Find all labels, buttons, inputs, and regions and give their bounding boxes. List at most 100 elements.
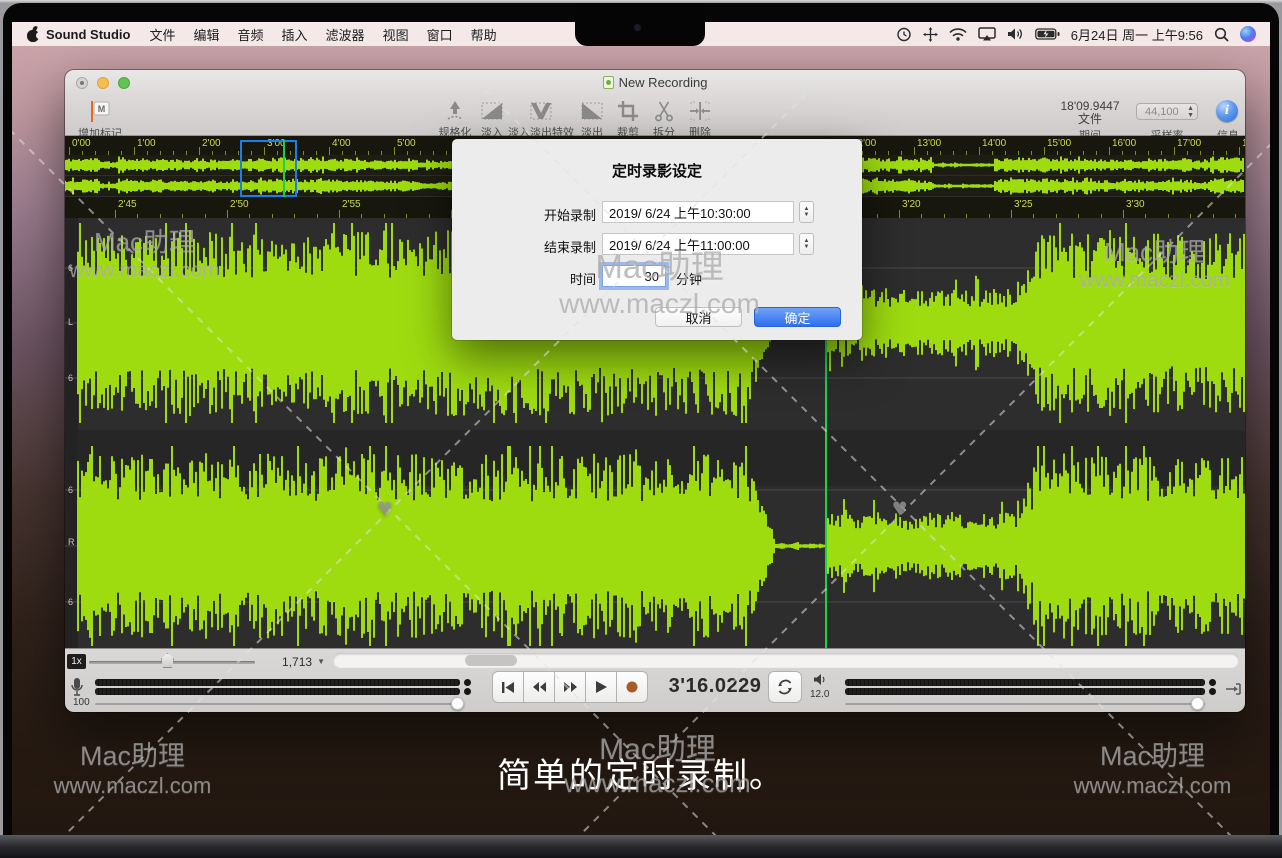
dialog-title: 定时录影设定 [452, 160, 862, 181]
ruler-label: 2'50 [230, 199, 249, 210]
horizontal-scrollbar[interactable] [333, 653, 1239, 668]
time-machine-icon[interactable] [896, 27, 912, 42]
menu-audio[interactable]: 音频 [238, 25, 264, 44]
macbook-mockup: Sound Studio 文件 编辑 音频 插入 滤波器 视图 窗口 帮助 [0, 0, 1282, 858]
input-meter-right [95, 688, 460, 695]
menu-view[interactable]: 视图 [383, 25, 409, 44]
record-button[interactable] [616, 671, 648, 703]
ok-button[interactable]: 确定 [754, 307, 841, 327]
end-record-label: 结束录制 [496, 237, 596, 256]
normalize-icon [443, 99, 467, 123]
input-level-thumb[interactable] [451, 697, 464, 710]
selection-length-select[interactable]: 1,713 ▼ [263, 653, 325, 670]
title-bar: New Recording [65, 70, 1245, 96]
ruler-label: 13'00 [917, 138, 941, 149]
rewind-button[interactable] [523, 671, 555, 703]
output-meter-right [845, 688, 1205, 695]
go-to-start-button[interactable] [492, 671, 524, 703]
delete-button[interactable]: 删除 [677, 99, 723, 140]
wifi-icon[interactable] [949, 28, 967, 41]
ruler-label: 3'20 [902, 199, 921, 210]
siri-icon[interactable] [1240, 26, 1256, 42]
menu-help[interactable]: 帮助 [471, 25, 497, 44]
menu-insert[interactable]: 插入 [282, 25, 308, 44]
zoom-factor-badge: 1x [67, 654, 86, 669]
duration-display: 18'09.9447 文件 [1045, 100, 1135, 126]
mic-icon [69, 677, 85, 699]
crossfade-icon [529, 99, 553, 123]
move-tool-icon[interactable] [923, 27, 938, 42]
output-level-thumb[interactable] [1191, 697, 1204, 710]
ruler-label: 16'00 [1112, 138, 1136, 149]
ruler-label: 2'00 [202, 138, 221, 149]
info-button[interactable]: i [1216, 100, 1238, 122]
ruler-label: 2'55 [342, 199, 361, 210]
ruler-label: 17'00 [1177, 138, 1201, 149]
menu-window[interactable]: 窗口 [427, 25, 453, 44]
punch-in-icon[interactable] [1225, 682, 1242, 696]
menu-datetime[interactable]: 6月24日 周一 上午9:56 [1071, 25, 1203, 44]
menu-app-name[interactable]: Sound Studio [46, 27, 130, 42]
ruler-label: 0'00 [72, 138, 91, 149]
ruler-label: 3'25 [1014, 199, 1033, 210]
output-level-slider[interactable] [845, 703, 1205, 705]
overview-playhead [283, 140, 285, 197]
bottom-control-bar: 1x 1,713 ▼ 100 [65, 648, 1245, 712]
desktop-caption: 简单的定时录制。 [0, 748, 1282, 797]
loop-button[interactable] [768, 671, 802, 703]
output-level-value: 12.0 [810, 689, 829, 700]
battery-icon[interactable] [1035, 28, 1060, 40]
channel-level-label: 6 [68, 373, 73, 383]
end-record-field[interactable]: 2019/ 6/24 上午11:00:00 [602, 233, 794, 255]
time-unit-label: 分钟 [676, 269, 702, 288]
volume-icon[interactable] [1007, 27, 1024, 41]
output-clip-dot-right [1209, 688, 1216, 695]
chevron-down-icon: ▼ [317, 657, 325, 666]
fade-out-icon [580, 99, 604, 123]
menu-file[interactable]: 文件 [149, 25, 175, 44]
sample-rate-select[interactable]: 44,100 ▲▼ [1136, 103, 1198, 120]
input-level-value: 100 [73, 697, 90, 708]
input-clip-dot-left [464, 679, 471, 686]
ruler-label: 14'00 [982, 138, 1006, 149]
apple-icon-bite [36, 32, 43, 39]
toolbar: M 增加标记 规格化 淡入 [65, 96, 1245, 136]
output-clip-dot-left [1209, 679, 1216, 686]
delete-icon [688, 99, 712, 123]
start-record-field[interactable]: 2019/ 6/24 上午10:30:00 [602, 201, 794, 223]
fast-forward-button[interactable] [554, 671, 586, 703]
ruler-label: 15'00 [1047, 138, 1071, 149]
play-button[interactable] [585, 671, 617, 703]
menu-filter[interactable]: 滤波器 [326, 25, 365, 44]
channel-level-label: 6 [68, 263, 73, 273]
camera-dot [634, 24, 641, 31]
apple-menu-icon[interactable] [26, 27, 40, 42]
cancel-button[interactable]: 取消 [655, 307, 742, 327]
time-minutes-input[interactable]: 30 [602, 265, 666, 287]
channel-level-label: 6 [68, 597, 73, 607]
time-display: 3'16.0229 [650, 675, 780, 698]
scrollbar-thumb[interactable] [465, 655, 517, 666]
transport-controls [492, 671, 648, 703]
start-record-stepper[interactable]: ▲▼ [799, 201, 814, 223]
split-icon [652, 99, 676, 123]
airplay-display-icon[interactable] [978, 27, 996, 41]
crop-icon [616, 99, 640, 123]
menu-edit[interactable]: 编辑 [194, 25, 220, 44]
channel-level-label: R [68, 537, 75, 547]
zoom-slider-thumb[interactable] [161, 653, 174, 668]
channel-level-label: 6 [68, 485, 73, 495]
ruler-label: 3'30 [1126, 199, 1145, 210]
search-icon[interactable] [1214, 27, 1229, 42]
svg-text:M: M [98, 104, 106, 114]
speaker-icon [813, 673, 829, 686]
add-marker-button[interactable]: M 增加标记 [69, 99, 131, 141]
channel-level-label: L [68, 317, 73, 327]
end-record-stepper[interactable]: ▲▼ [799, 233, 814, 255]
overview-selection[interactable] [240, 140, 297, 197]
ruler-label: 5'00 [397, 138, 416, 149]
input-clip-dot-right [464, 688, 471, 695]
updown-chevron-icon: ▲▼ [1187, 105, 1194, 119]
apple-icon-leaf [32, 25, 37, 31]
input-level-slider[interactable] [95, 703, 460, 705]
